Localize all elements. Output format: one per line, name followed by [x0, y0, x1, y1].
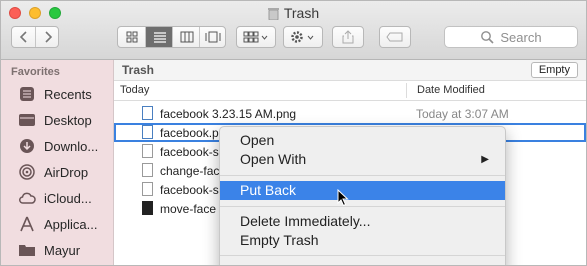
menu-item-delete-immediately[interactable]: Delete Immediately...	[220, 212, 505, 231]
view-mode-control	[117, 26, 226, 48]
column-header: Today Date Modified	[114, 81, 586, 101]
sidebar-item-label: Desktop	[44, 112, 92, 128]
trash-icon	[267, 8, 279, 20]
file-icon	[142, 182, 153, 196]
sidebar-item-label: AirDrop	[44, 164, 89, 180]
path-bar: Trash Empty	[114, 60, 586, 81]
file-name: facebook.p	[160, 126, 219, 140]
column-view-button[interactable]	[172, 27, 200, 47]
menu-item-put-back[interactable]: Put Back	[220, 181, 505, 200]
sidebar-item-label: Applica...	[44, 216, 98, 232]
context-menu: Open Open With ▶ Put Back Delete Immedia…	[219, 126, 506, 265]
menu-item-open[interactable]: Open	[220, 131, 505, 150]
file-row[interactable]: facebook 3.23.15 AM.png Today at 3:07 AM	[114, 104, 586, 123]
search-placeholder: Search	[500, 29, 542, 45]
action-button-inner	[284, 27, 322, 47]
file-name: change-fac	[160, 164, 220, 178]
finder-window: Trash Search Favorites Recents Desktop D…	[0, 0, 587, 266]
menu-item-open-with-label: Open With	[240, 151, 307, 167]
menu-separator	[220, 206, 505, 207]
chevron-right-icon	[44, 31, 52, 43]
list-view-button[interactable]	[145, 27, 173, 47]
date-modified-column-header[interactable]: Date Modified	[417, 84, 485, 96]
chevron-left-icon	[19, 31, 27, 43]
tag-icon	[386, 32, 403, 42]
menu-separator	[220, 175, 505, 176]
search-field[interactable]: Search	[444, 26, 578, 48]
icon-view-icon	[126, 31, 137, 43]
column-view-icon	[180, 31, 193, 43]
back-button[interactable]	[12, 27, 35, 47]
arrange-button-inner	[237, 27, 275, 47]
image-file-icon	[142, 106, 153, 120]
file-icon	[142, 201, 153, 215]
gallery-view-icon	[205, 31, 221, 43]
mouse-pointer-icon	[337, 189, 349, 207]
search-icon	[481, 31, 494, 44]
airdrop-icon	[18, 164, 36, 180]
sidebar-item-desktop[interactable]: Desktop	[18, 109, 92, 131]
share-icon	[342, 30, 354, 44]
group-header-today[interactable]: Today	[120, 84, 149, 96]
icon-view-button[interactable]	[118, 27, 145, 47]
arrange-icon	[243, 31, 268, 43]
menu-item-empty-trash[interactable]: Empty Trash	[220, 231, 505, 250]
sidebar-item-label: Mayur	[44, 242, 81, 258]
home-folder-icon	[18, 242, 36, 258]
file-name: facebook 3.23.15 AM.png	[160, 107, 297, 121]
image-file-icon	[142, 125, 153, 139]
window-title-text: Trash	[283, 5, 320, 21]
file-icon	[142, 163, 153, 177]
tags-button[interactable]	[379, 26, 411, 48]
sidebar-item-applications[interactable]: Applica...	[18, 213, 97, 235]
toolbar: Trash Search	[1, 1, 586, 60]
sidebar-item-label: Recents	[44, 86, 92, 102]
icloud-icon	[18, 190, 36, 206]
file-name: facebook-s	[160, 183, 219, 197]
file-name: facebook-s	[160, 145, 219, 159]
list-view-icon	[153, 32, 166, 43]
column-divider[interactable]	[406, 83, 407, 98]
sidebar-item-airdrop[interactable]: AirDrop	[18, 161, 88, 183]
submenu-arrow-icon: ▶	[481, 154, 489, 165]
window-title: Trash	[1, 5, 586, 21]
share-button[interactable]	[332, 26, 364, 48]
menu-item-open-with[interactable]: Open With ▶	[220, 150, 505, 169]
applications-icon	[18, 216, 36, 232]
sidebar-item-downloads[interactable]: Downlo...	[18, 135, 98, 157]
sidebar-item-recents[interactable]: Recents	[18, 83, 92, 105]
sidebar-item-label: iCloud...	[44, 190, 92, 206]
desktop-icon	[18, 112, 36, 128]
file-name: move-face	[160, 202, 217, 216]
gallery-view-button[interactable]	[199, 27, 226, 47]
sidebar-heading-favorites: Favorites	[11, 66, 60, 78]
gear-icon	[291, 31, 314, 43]
sidebar-item-home[interactable]: Mayur	[18, 239, 80, 261]
sidebar: Favorites Recents Desktop Downlo... AirD…	[1, 60, 114, 265]
sidebar-item-label: Downlo...	[44, 138, 99, 154]
share-button-inner	[333, 27, 363, 47]
file-date: Today at 3:07 AM	[416, 107, 509, 121]
action-button[interactable]	[283, 26, 323, 48]
sidebar-item-icloud[interactable]: iCloud...	[18, 187, 92, 209]
forward-button[interactable]	[35, 27, 59, 47]
recents-icon	[18, 86, 36, 102]
arrange-button[interactable]	[236, 26, 276, 48]
file-icon	[142, 144, 153, 158]
back-forward-control	[11, 26, 59, 48]
downloads-icon	[18, 138, 36, 154]
path-bar-title: Trash	[122, 63, 155, 77]
tags-button-inner	[380, 27, 410, 47]
menu-separator	[220, 255, 505, 256]
empty-trash-button[interactable]: Empty	[530, 62, 578, 78]
